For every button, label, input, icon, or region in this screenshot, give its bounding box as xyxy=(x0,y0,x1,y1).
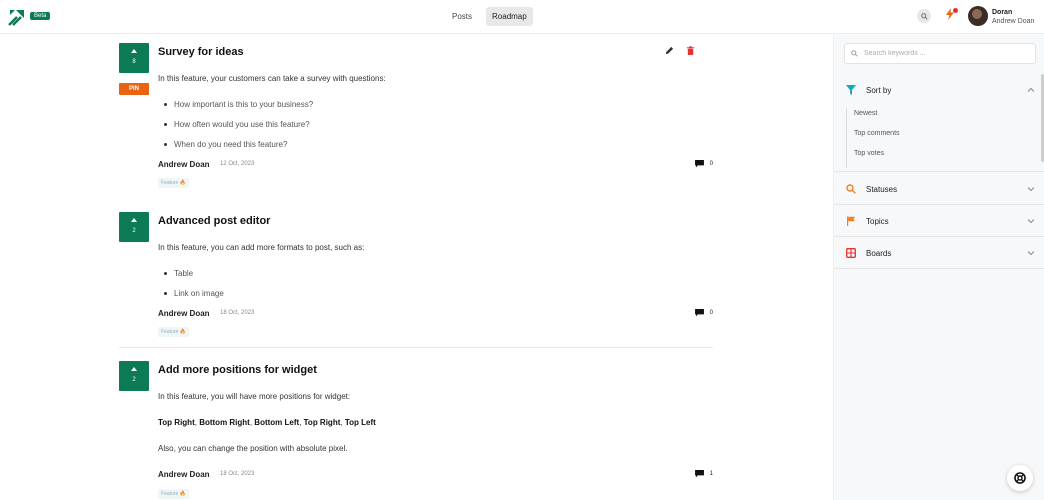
chevron-down-icon xyxy=(1027,187,1035,192)
comment-icon xyxy=(694,470,704,478)
upvote-button[interactable]: 2 xyxy=(119,361,149,391)
boards-label: Boards xyxy=(866,249,892,258)
user-name: Doran xyxy=(992,9,1013,16)
sort-option-top-comments[interactable]: Top comments xyxy=(854,128,900,148)
upvote-arrow-icon xyxy=(131,218,137,222)
vote-count: 2 xyxy=(132,228,136,234)
post-divider xyxy=(119,347,713,348)
position-item: Bottom Right xyxy=(199,418,250,427)
comment-count[interactable]: 1 xyxy=(694,470,713,478)
post-bullets: How important is this to your business? … xyxy=(162,100,313,160)
sort-option-top-votes[interactable]: Top votes xyxy=(854,148,900,168)
sort-options: Newest Top comments Top votes xyxy=(846,108,900,168)
pin-badge: PIN xyxy=(119,83,149,95)
vote-count: 2 xyxy=(132,377,136,383)
search-icon xyxy=(851,50,858,57)
topics-section[interactable]: Topics xyxy=(834,205,1044,237)
upvote-arrow-icon xyxy=(131,367,137,371)
boards-section[interactable]: Boards xyxy=(834,237,1044,269)
post-date: 18 Oct, 2023 xyxy=(220,310,255,316)
vote-count: 8 xyxy=(132,59,136,65)
list-item: How often would you use this feature? xyxy=(162,120,313,140)
position-item: Top Left xyxy=(344,418,376,427)
beta-badge: Beta xyxy=(30,12,51,20)
header-search-button[interactable] xyxy=(917,9,931,23)
statuses-label: Statuses xyxy=(866,185,898,194)
post-tag[interactable]: Feature 🔥 xyxy=(158,327,189,337)
chevron-down-icon xyxy=(1027,219,1035,224)
position-item: Bottom Left xyxy=(254,418,300,427)
board-icon xyxy=(846,248,856,258)
comment-count-value: 0 xyxy=(709,310,713,316)
post-tag[interactable]: Feature 🔥 xyxy=(158,489,189,499)
statuses-section[interactable]: Statuses xyxy=(834,173,1044,205)
help-button[interactable] xyxy=(1007,465,1033,491)
search-icon xyxy=(920,12,928,20)
comment-icon xyxy=(694,309,704,317)
edit-icon[interactable] xyxy=(665,46,674,55)
topics-label: Topics xyxy=(866,217,889,226)
post-card[interactable]: 2 Advanced post editor In this feature, … xyxy=(119,212,713,342)
chevron-up-icon[interactable] xyxy=(1027,86,1035,94)
post-actions xyxy=(665,46,695,55)
notifications-button[interactable] xyxy=(944,8,958,22)
post-intro: In this feature, you will have more posi… xyxy=(158,392,351,401)
delete-icon[interactable] xyxy=(686,46,695,55)
sort-option-newest[interactable]: Newest xyxy=(854,108,900,128)
post-tag[interactable]: Feature 🔥 xyxy=(158,178,189,188)
sidebar-search[interactable] xyxy=(844,43,1036,64)
list-item: When do you need this feature? xyxy=(162,140,313,160)
widget-positions: Top Right, Bottom Right, Bottom Left, To… xyxy=(158,418,376,427)
notification-dot xyxy=(953,8,958,13)
list-item: How important is this to your business? xyxy=(162,100,313,120)
post-bullets: Table Link on image xyxy=(162,269,224,309)
comment-count-value: 1 xyxy=(709,471,713,477)
post-card[interactable]: 8 PIN Survey for ideas In this feature, … xyxy=(119,43,713,193)
sort-by-label[interactable]: Sort by xyxy=(866,86,891,95)
nav-roadmap[interactable]: Roadmap xyxy=(486,7,533,26)
comment-count[interactable]: 0 xyxy=(694,160,713,168)
sort-by-section: Sort by Newest Top comments Top votes xyxy=(834,74,1044,172)
post-intro: In this feature, your customers can take… xyxy=(158,74,386,83)
brand-logo-icon[interactable] xyxy=(8,8,26,26)
flag-icon xyxy=(847,216,855,226)
top-header: Beta Posts Roadmap Doran Andrew Doan xyxy=(0,0,1044,34)
list-item: Table xyxy=(162,269,224,289)
chevron-down-icon xyxy=(1027,251,1035,256)
comment-icon xyxy=(694,160,704,168)
filter-sidebar: Sort by Newest Top comments Top votes St… xyxy=(833,34,1044,500)
status-search-icon xyxy=(846,184,856,194)
post-card[interactable]: 2 Add more positions for widget In this … xyxy=(119,361,713,500)
post-title[interactable]: Add more positions for widget xyxy=(158,364,317,376)
post-author[interactable]: Andrew Doan xyxy=(158,470,210,479)
post-title[interactable]: Survey for ideas xyxy=(158,46,244,58)
upvote-arrow-icon xyxy=(131,49,137,53)
filter-icon xyxy=(846,85,856,95)
nav-posts[interactable]: Posts xyxy=(446,7,478,26)
comment-count[interactable]: 0 xyxy=(694,309,713,317)
comment-count-value: 0 xyxy=(709,161,713,167)
position-item: Top Right xyxy=(303,418,341,427)
user-avatar[interactable] xyxy=(968,6,988,26)
post-outro: Also, you can change the position with a… xyxy=(158,444,348,453)
lifebuoy-icon xyxy=(1014,472,1026,484)
keyword-search-input[interactable] xyxy=(864,50,1024,57)
post-author[interactable]: Andrew Doan xyxy=(158,160,210,169)
list-item: Link on image xyxy=(162,289,224,309)
user-subname: Andrew Doan xyxy=(992,18,1035,25)
main-nav: Posts Roadmap xyxy=(446,7,533,26)
post-date: 18 Oct, 2023 xyxy=(220,471,255,477)
user-menu[interactable]: Doran Andrew Doan xyxy=(992,8,1034,26)
post-title[interactable]: Advanced post editor xyxy=(158,215,270,227)
post-date: 12 Oct, 2023 xyxy=(220,161,255,167)
position-item: Top Right xyxy=(158,418,195,427)
upvote-button[interactable]: 8 xyxy=(119,43,149,73)
upvote-button[interactable]: 2 xyxy=(119,212,149,242)
post-intro: In this feature, you can add more format… xyxy=(158,243,365,252)
post-author[interactable]: Andrew Doan xyxy=(158,309,210,318)
